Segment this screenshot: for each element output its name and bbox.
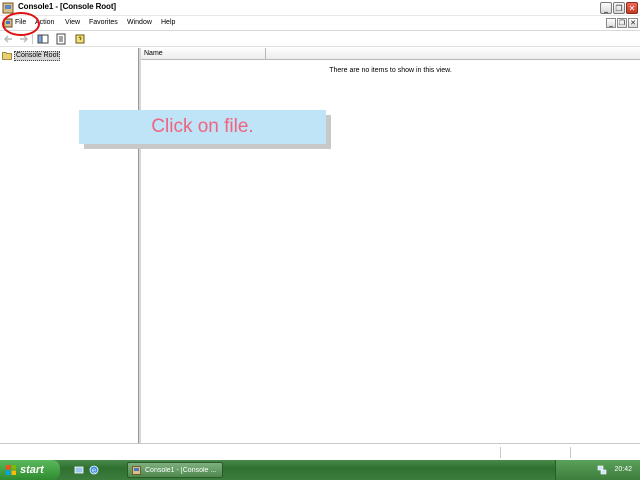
clock[interactable]: 20:42 bbox=[614, 466, 632, 473]
svg-text:e: e bbox=[92, 467, 96, 475]
maximize-button[interactable]: ❐ bbox=[613, 2, 625, 14]
start-button[interactable]: start bbox=[0, 460, 60, 480]
internet-explorer-icon[interactable]: e bbox=[89, 465, 99, 475]
show-desktop-icon[interactable] bbox=[74, 465, 84, 475]
list-header: Name bbox=[141, 48, 640, 60]
child-minimize-button[interactable]: _ bbox=[606, 18, 616, 28]
menu-window[interactable]: Window bbox=[127, 19, 152, 26]
close-icon: ✕ bbox=[628, 4, 636, 13]
close-icon: ✕ bbox=[630, 19, 636, 27]
console-tree-pane[interactable]: Console Root bbox=[0, 48, 139, 443]
details-pane[interactable]: Name There are no items to show in this … bbox=[141, 48, 640, 443]
tree-item-label: Console Root bbox=[14, 50, 61, 61]
mmc-app-icon bbox=[132, 465, 141, 475]
status-bar bbox=[0, 443, 640, 460]
menu-help[interactable]: Help bbox=[161, 19, 175, 26]
help-icon[interactable] bbox=[74, 33, 86, 45]
network-icon[interactable] bbox=[597, 465, 607, 475]
taskbar-button-label: Console1 - [Console ... bbox=[145, 466, 217, 474]
restore-icon: ❐ bbox=[615, 4, 623, 13]
status-separator bbox=[570, 447, 571, 458]
minimize-button[interactable]: _ bbox=[600, 2, 612, 14]
toolbar bbox=[0, 31, 640, 47]
export-list-icon[interactable] bbox=[55, 33, 67, 45]
highlight-ring bbox=[2, 12, 40, 36]
tutorial-callout: Click on file. bbox=[79, 110, 326, 144]
show-hide-console-tree-icon[interactable] bbox=[37, 33, 49, 45]
child-restore-button[interactable]: ❐ bbox=[617, 18, 627, 28]
menu-view[interactable]: View bbox=[65, 19, 80, 26]
minimize-icon: _ bbox=[609, 19, 613, 27]
menu-favorites[interactable]: Favorites bbox=[89, 19, 118, 26]
start-label: start bbox=[20, 464, 44, 476]
callout-text: Click on file. bbox=[151, 116, 254, 137]
menu-bar: File Action View Favorites Window Help _… bbox=[0, 16, 640, 31]
minimize-icon: _ bbox=[604, 4, 608, 13]
windows-flag-icon bbox=[6, 465, 16, 475]
window-title: Console1 - [Console Root] bbox=[18, 2, 116, 11]
title-bar: Console1 - [Console Root] _ ❐ ✕ bbox=[0, 0, 640, 16]
folder-icon bbox=[2, 52, 12, 60]
toolbar-separator bbox=[32, 34, 33, 44]
tree-item-console-root[interactable]: Console Root bbox=[2, 50, 61, 61]
empty-view-message: There are no items to show in this view. bbox=[329, 67, 452, 74]
column-header-name[interactable]: Name bbox=[141, 48, 266, 60]
child-close-button[interactable]: ✕ bbox=[628, 18, 638, 28]
taskbar: start e Console1 - [Console ... EN 20:42 bbox=[0, 460, 640, 480]
taskbar-button-console[interactable]: Console1 - [Console ... bbox=[127, 462, 223, 478]
close-button[interactable]: ✕ bbox=[626, 2, 638, 14]
system-tray: 20:42 bbox=[555, 460, 640, 480]
restore-icon: ❐ bbox=[618, 19, 626, 27]
status-separator bbox=[500, 447, 501, 458]
